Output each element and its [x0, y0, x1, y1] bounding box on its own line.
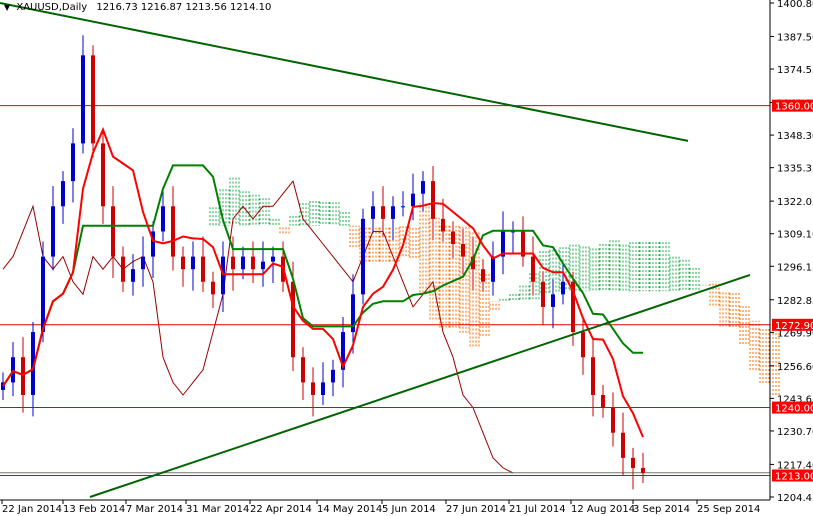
- candle-body: [461, 244, 465, 257]
- symbol-label: XAUUSD,Daily: [16, 2, 88, 13]
- candle-body: [601, 394, 605, 408]
- candle-body: [641, 467, 645, 473]
- candle-body: [61, 181, 65, 207]
- candle-body: [161, 206, 165, 232]
- level-price-label: 1213.00: [775, 471, 813, 482]
- candle-body: [401, 206, 405, 208]
- candle-body: [531, 256, 535, 282]
- candle-body: [121, 256, 125, 282]
- y-tick-label: 1322.05: [777, 197, 813, 208]
- chart-window: 1400.801387.501374.551361.251348.301335.…: [0, 0, 813, 516]
- candle-body: [491, 256, 495, 282]
- candle-body: [251, 256, 255, 270]
- candle-body: [301, 357, 305, 383]
- kijun-sen-line: [2, 164, 643, 387]
- x-tick-label: 25 Sep 2014: [697, 504, 760, 515]
- candle-body: [431, 181, 435, 219]
- x-tick-label: 3 Sep 2014: [633, 504, 690, 515]
- x-tick-label: 22 Jan 2014: [2, 504, 62, 515]
- level-price-label: 1272.90: [775, 321, 813, 332]
- level-price-label: 1240.00: [775, 404, 813, 415]
- candle-body: [91, 55, 95, 144]
- candle-body: [631, 457, 635, 468]
- candle-body: [371, 206, 375, 219]
- candle-body: [321, 382, 325, 395]
- y-tick-label: 1256.60: [777, 362, 813, 373]
- candle-body: [41, 256, 45, 333]
- y-tick-label: 1400.80: [777, 0, 813, 10]
- candle-body: [391, 206, 395, 219]
- candle-body: [291, 281, 295, 358]
- candle-body: [421, 181, 425, 194]
- candle-body: [11, 357, 15, 383]
- candle-body: [481, 269, 485, 282]
- candle-body: [171, 206, 175, 257]
- candle-body: [101, 143, 105, 207]
- candle-body: [331, 369, 335, 383]
- candle-body: [241, 256, 245, 270]
- level-price-label: 1360.00: [775, 102, 813, 113]
- x-tick-label: 13 Feb 2014: [63, 504, 125, 515]
- candle-body: [581, 332, 585, 358]
- candle-body: [591, 357, 595, 395]
- chart-title: ▼ XAUUSD,Daily 1216.73 1216.87 1213.56 1…: [4, 2, 271, 13]
- candle-body: [131, 269, 135, 282]
- trendline-upper: [0, 2, 689, 142]
- candle-body: [141, 256, 145, 270]
- x-tick-label: 31 Mar 2014: [186, 504, 249, 515]
- y-tick-label: 1282.85: [777, 296, 813, 307]
- candle-body: [111, 206, 115, 257]
- x-tick-label: 12 Aug 2014: [571, 504, 635, 515]
- candle-body: [221, 256, 225, 295]
- x-tick-label: 5 Jun 2014: [382, 504, 436, 515]
- candle-body: [561, 281, 565, 295]
- candle-body: [611, 407, 615, 433]
- candle-body: [451, 231, 455, 245]
- y-tick-label: 1335.35: [777, 164, 813, 175]
- candle-body: [21, 357, 25, 395]
- x-tick-label: 7 Mar 2014: [126, 504, 183, 515]
- y-tick-label: 1348.30: [777, 131, 813, 142]
- candle-body: [261, 261, 265, 270]
- y-tick-label: 1387.50: [777, 32, 813, 43]
- candle-body: [541, 281, 545, 307]
- candle-body: [411, 193, 415, 207]
- candle-body: [361, 218, 365, 295]
- candle-body: [271, 256, 275, 262]
- y-tick-label: 1296.15: [777, 262, 813, 273]
- candle-body: [621, 432, 625, 458]
- trendline-lower: [89, 274, 751, 498]
- x-tick-label: 27 Jun 2014: [446, 504, 506, 515]
- candle-body: [81, 55, 85, 144]
- candle-body: [71, 143, 75, 182]
- candle-body: [441, 218, 445, 232]
- y-tick-label: 1230.70: [777, 427, 813, 438]
- candle-body: [51, 206, 55, 257]
- candle-body: [211, 281, 215, 295]
- ohlc-label: 1216.73 1216.87 1213.56 1214.10: [96, 2, 272, 13]
- candle-body: [381, 206, 385, 219]
- candle-body: [201, 256, 205, 282]
- x-tick-label: 14 May 2014: [317, 504, 382, 515]
- x-tick-label: 22 Apr 2014: [250, 504, 312, 515]
- price-chart: 1400.801387.501374.551361.251348.301335.…: [0, 0, 813, 515]
- candle-body: [311, 382, 315, 395]
- dropdown-arrow-icon[interactable]: ▼: [4, 3, 10, 12]
- candle-body: [551, 294, 555, 307]
- y-tick-label: 1374.55: [777, 65, 813, 76]
- x-tick-label: 21 Jul 2014: [509, 504, 566, 515]
- candle-body: [231, 256, 235, 270]
- candle-body: [181, 256, 185, 270]
- candle-body: [191, 256, 195, 270]
- y-tick-label: 1309.10: [777, 230, 813, 241]
- y-tick-label: 1204.45: [777, 493, 813, 504]
